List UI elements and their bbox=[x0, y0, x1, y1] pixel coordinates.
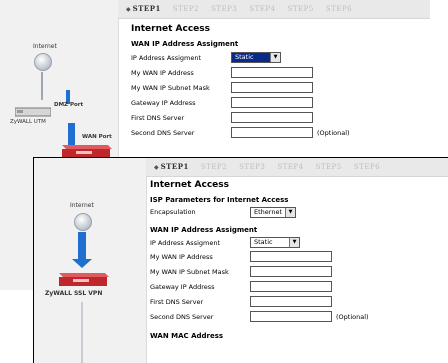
subnet-mask-label: My WAN IP Subnet Mask bbox=[150, 267, 229, 276]
tab-step1[interactable]: STEP1 bbox=[161, 158, 189, 176]
isp-parameters-heading: ISP Parameters for Internet Access bbox=[150, 196, 289, 204]
first-dns-input[interactable] bbox=[250, 296, 332, 307]
tab-step4[interactable]: STEP4 bbox=[277, 158, 303, 176]
wan-ip-assignment-heading: WAN IP Address Assigment bbox=[150, 226, 258, 234]
step-pointer-icon: ◆ bbox=[126, 6, 131, 13]
first-dns-label: First DNS Server bbox=[131, 113, 185, 122]
page-title: Internet Access bbox=[150, 180, 230, 190]
page-title: Internet Access bbox=[131, 24, 211, 34]
ip-assignment-label: IP Address Assigment bbox=[150, 238, 221, 247]
tab-step1[interactable]: STEP1 bbox=[133, 0, 161, 18]
back-step-bar: ◆ STEP1 STEP2 STEP3 STEP4 STEP5 STEP6 bbox=[118, 0, 430, 19]
ip-assignment-select[interactable]: Static ▼ bbox=[250, 237, 300, 248]
subnet-mask-input[interactable] bbox=[250, 266, 332, 277]
second-dns-label: Second DNS Server bbox=[131, 128, 195, 137]
encapsulation-label: Encapsulation bbox=[150, 208, 196, 216]
zywall-ssl-vpn-label: ZyWALL SSL VPN bbox=[45, 290, 103, 297]
tab-step6[interactable]: STEP6 bbox=[326, 0, 352, 18]
optional-note: (Optional) bbox=[317, 128, 350, 137]
tab-step3[interactable]: STEP3 bbox=[239, 158, 265, 176]
tab-step3[interactable]: STEP3 bbox=[211, 0, 237, 18]
front-network-diagram: Internet ZyWALL SSL VPN bbox=[34, 158, 147, 363]
wan-ip-label: My WAN IP Address bbox=[150, 252, 213, 261]
wan-port-label: WAN Port bbox=[82, 134, 112, 140]
zywall-utm-label: ZyWALL UTM bbox=[10, 119, 46, 125]
gateway-label: Gateway IP Address bbox=[131, 98, 196, 107]
ip-assignment-label: IP Address Assigment bbox=[131, 53, 202, 62]
chevron-down-icon: ▼ bbox=[285, 207, 295, 217]
optional-note: (Optional) bbox=[336, 312, 369, 321]
dmz-port-label: DMZ Port bbox=[54, 102, 84, 108]
wan-ip-input[interactable] bbox=[231, 67, 313, 78]
tab-step2[interactable]: STEP2 bbox=[201, 158, 227, 176]
front-form: Internet Access ISP Parameters for Inter… bbox=[150, 180, 369, 342]
tab-step4[interactable]: STEP4 bbox=[249, 0, 275, 18]
wan-mac-heading: WAN MAC Address bbox=[150, 332, 224, 340]
subnet-mask-input[interactable] bbox=[231, 82, 313, 93]
front-step-bar: ◆ STEP1 STEP2 STEP3 STEP4 STEP5 STEP6 bbox=[146, 158, 448, 177]
front-wizard-window: Internet ZyWALL SSL VPN ◆ STEP1 STEP2 STEP3… bbox=[33, 157, 448, 363]
wan-ip-label: My WAN IP Address bbox=[131, 68, 194, 77]
zywall-ssl-vpn-device-icon bbox=[55, 269, 109, 287]
wan-ip-input[interactable] bbox=[250, 251, 332, 262]
zywall-utm-device-icon bbox=[14, 103, 52, 117]
ip-assignment-select[interactable]: Static ▼ bbox=[231, 52, 281, 63]
step-pointer-icon: ◆ bbox=[154, 164, 159, 171]
wan-ip-assignment-heading: WAN IP Address Assigment bbox=[131, 40, 239, 48]
back-form: Internet Access WAN IP Address Assigment… bbox=[131, 24, 350, 140]
tab-step5[interactable]: STEP5 bbox=[316, 158, 342, 176]
encapsulation-select[interactable]: Ethernet ▼ bbox=[250, 206, 296, 218]
tab-step2[interactable]: STEP2 bbox=[173, 0, 199, 18]
subnet-mask-label: My WAN IP Subnet Mask bbox=[131, 83, 210, 92]
tab-step5[interactable]: STEP5 bbox=[288, 0, 314, 18]
front-connection-lines bbox=[72, 232, 92, 363]
gateway-label: Gateway IP Address bbox=[150, 282, 215, 291]
tab-step6[interactable]: STEP6 bbox=[354, 158, 380, 176]
gateway-input[interactable] bbox=[231, 97, 313, 108]
second-dns-input[interactable] bbox=[250, 311, 332, 322]
chevron-down-icon: ▼ bbox=[289, 238, 299, 247]
chevron-down-icon: ▼ bbox=[270, 53, 280, 62]
first-dns-input[interactable] bbox=[231, 112, 313, 123]
first-dns-label: First DNS Server bbox=[150, 297, 204, 306]
gateway-input[interactable] bbox=[250, 281, 332, 292]
second-dns-label: Second DNS Server bbox=[150, 312, 214, 321]
second-dns-input[interactable] bbox=[231, 127, 313, 138]
server-device-icon bbox=[58, 141, 112, 158]
